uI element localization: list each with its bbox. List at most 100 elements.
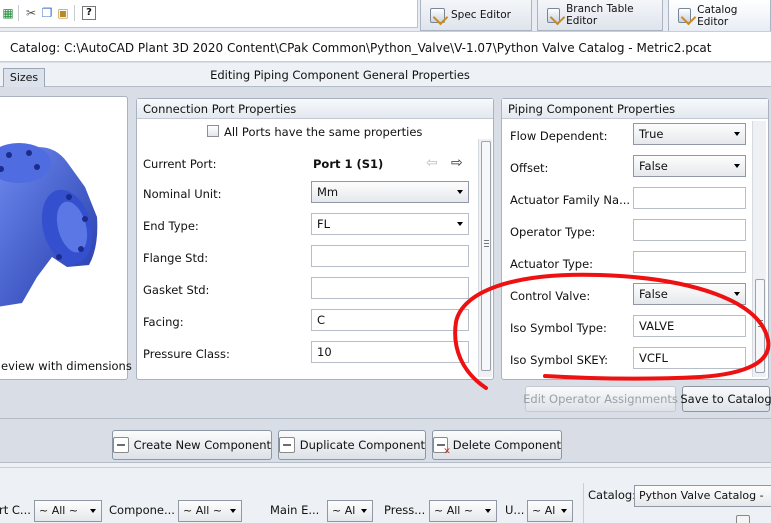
control-valve-label: Control Valve: <box>510 289 591 303</box>
edit-operator-assignments-button[interactable]: Edit Operator Assignments <box>523 386 678 412</box>
piping-scrollbar[interactable] <box>752 121 766 377</box>
control-valve-dropdown[interactable]: False <box>633 283 746 305</box>
iso-symbol-type-label: Iso Symbol Type: <box>510 321 607 335</box>
current-port-label: Current Port: <box>143 157 217 171</box>
flow-dependent-value: True <box>639 127 664 141</box>
nominal-unit-value: Mm <box>317 185 339 199</box>
filter-value-component: ~ All ~ <box>183 504 223 517</box>
iso-symbol-skey-field[interactable]: VCFL <box>633 347 746 369</box>
preview-panel: eview with dimensions <box>0 96 132 380</box>
flow-dependent-dropdown[interactable]: True <box>633 123 746 145</box>
filter-dropdown-component[interactable]: ~ All ~ <box>178 500 242 522</box>
actuator-family-field[interactable] <box>633 187 746 209</box>
actuator-type-field[interactable] <box>633 251 746 273</box>
chevron-down-icon <box>90 509 96 513</box>
flange-std-label: Flange Std: <box>143 251 209 265</box>
gasket-std-field[interactable] <box>311 277 469 299</box>
pressure-class-field[interactable]: 10 <box>311 341 469 363</box>
tab-spec-editor[interactable]: Spec Editor <box>420 0 532 31</box>
chevron-down-icon <box>734 132 740 136</box>
chevron-down-icon <box>230 509 236 513</box>
offset-label: Offset: <box>510 161 549 175</box>
lock-icon[interactable] <box>736 515 750 523</box>
prev-port-arrow-icon[interactable]: ⇦ <box>426 155 438 171</box>
tab-sizes[interactable]: Sizes <box>3 68 45 87</box>
all-ports-label: All Ports have the same properties <box>224 125 423 139</box>
filter-value-port: ~ All ~ <box>39 504 79 517</box>
filter-label-pressure: Press... <box>384 503 426 517</box>
subtab-strip: Editing Piping Component General Propert… <box>0 63 771 87</box>
tab-spec-editor-label: Spec Editor <box>451 9 511 21</box>
offset-dropdown[interactable]: False <box>633 155 746 177</box>
iso-symbol-type-field[interactable]: VALVE <box>633 315 746 337</box>
end-type-dropdown[interactable]: FL <box>311 213 469 235</box>
piping-scrollbar-thumb[interactable] <box>755 279 765 373</box>
delete-component-button[interactable]: Delete Component <box>432 430 562 460</box>
tab-branch-table-editor-label: Branch Table Editor <box>566 3 634 27</box>
operator-type-label: Operator Type: <box>510 225 596 239</box>
filter-dropdown-u[interactable]: ~ Al <box>527 500 573 522</box>
chevron-down-icon <box>734 292 740 296</box>
create-new-component-button[interactable]: Create New Component <box>112 430 272 460</box>
iso-symbol-skey-label: Iso Symbol SKEY: <box>510 353 609 367</box>
quick-access-toolbar: ▦ ✂ ❐ ▣ ? <box>0 0 418 28</box>
save-to-catalog-button[interactable]: Save to Catalog <box>680 386 771 412</box>
chevron-down-icon <box>561 509 567 513</box>
facing-label: Facing: <box>143 315 184 329</box>
end-type-label: End Type: <box>143 219 199 233</box>
filter-dropdown-main-end[interactable]: ~ Al <box>327 500 373 522</box>
filter-dropdown-pressure[interactable]: ~ All ~ <box>429 500 497 522</box>
chevron-down-icon <box>457 190 463 194</box>
divider <box>0 418 771 419</box>
copy-icon[interactable]: ❐ <box>40 6 54 20</box>
filter-label-component: Compone... <box>109 503 175 517</box>
tab-catalog-editor[interactable]: Catalog Editor <box>668 0 771 31</box>
flange-std-field[interactable] <box>311 245 469 267</box>
filter-label-u: U... <box>505 503 525 517</box>
facing-field[interactable]: C <box>311 309 469 331</box>
filter-dropdown-port[interactable]: ~ All ~ <box>34 500 102 522</box>
connection-port-header: Connection Port Properties <box>137 99 493 119</box>
connection-port-panel: Connection Port Properties All Ports hav… <box>136 98 494 380</box>
chevron-down-icon <box>457 222 463 226</box>
connection-scrollbar-thumb[interactable] <box>481 141 491 371</box>
flow-dependent-label: Flow Dependent: <box>510 129 608 143</box>
duplicate-component-icon <box>279 437 295 453</box>
all-ports-checkbox[interactable] <box>207 125 219 137</box>
valve-3d-preview <box>0 143 98 307</box>
editing-title: Editing Piping Component General Propert… <box>210 68 470 82</box>
filter-value-main-end: ~ Al <box>332 504 356 517</box>
connection-scrollbar[interactable] <box>478 139 492 377</box>
catalog-filter-value: Python Valve Catalog - <box>639 489 764 502</box>
catalog-filter-label: Catalog: <box>588 488 637 502</box>
piping-component-header: Piping Component Properties <box>502 99 768 119</box>
current-port-value: Port 1 (S1) <box>313 157 384 171</box>
nominal-unit-dropdown[interactable]: Mm <box>311 181 469 203</box>
offset-value: False <box>639 159 668 173</box>
paste-icon[interactable]: ▣ <box>56 6 70 20</box>
end-type-value: FL <box>317 217 331 231</box>
next-port-arrow-icon[interactable]: ⇨ <box>451 155 463 171</box>
create-component-icon <box>113 437 129 453</box>
spec-editor-icon <box>430 7 445 23</box>
preview-caption: eview with dimensions <box>1 359 132 373</box>
tab-branch-table-editor[interactable]: Branch Table Editor <box>537 0 663 31</box>
delete-component-label: Delete Component <box>452 438 561 452</box>
filter-value-u: ~ Al <box>532 504 556 517</box>
catalog-filter-dropdown[interactable]: Python Valve Catalog - <box>634 485 771 507</box>
catalog-path: Catalog: C:\AutoCAD Plant 3D 2020 Conten… <box>0 31 771 62</box>
catalog-editor-icon <box>678 8 692 23</box>
top-bar: ▦ ✂ ❐ ▣ ? Spec Editor Branch Table Edito… <box>0 0 771 31</box>
toolbar-divider <box>18 5 19 21</box>
excel-export-icon[interactable]: ▦ <box>1 6 15 20</box>
tab-catalog-editor-label: Catalog Editor <box>697 3 738 28</box>
help-icon[interactable]: ? <box>82 6 96 20</box>
gasket-std-label: Gasket Std: <box>143 283 210 297</box>
operator-type-field[interactable] <box>633 219 746 241</box>
chevron-down-icon <box>734 164 740 168</box>
branch-table-icon <box>547 7 561 23</box>
duplicate-component-button[interactable]: Duplicate Component <box>278 430 426 460</box>
divider <box>583 483 584 523</box>
cut-icon[interactable]: ✂ <box>24 6 38 20</box>
actuator-family-label: Actuator Family Na... <box>510 193 631 207</box>
